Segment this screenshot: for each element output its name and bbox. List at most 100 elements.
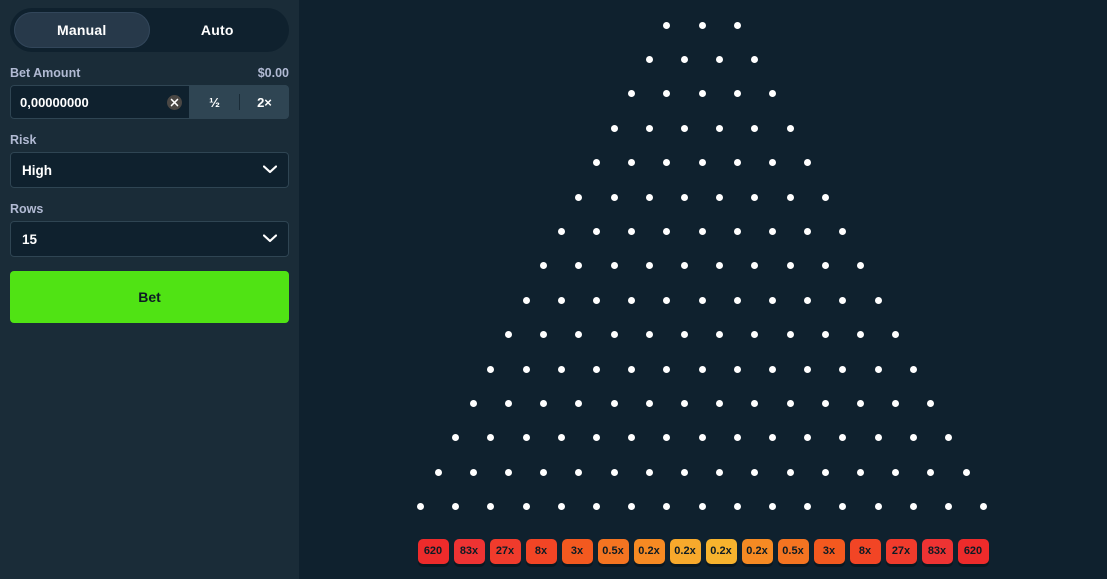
clear-circle-x-icon[interactable] <box>167 94 182 110</box>
bet-double-button[interactable]: 2× <box>240 85 289 119</box>
multiplier-label: 8x <box>858 545 872 557</box>
peg-grid <box>299 0 1107 579</box>
peg <box>786 399 794 407</box>
multiplier-chip[interactable]: 0.2x <box>741 539 773 564</box>
peg <box>628 434 636 442</box>
multiplier-label: 8x <box>534 545 548 557</box>
peg <box>592 296 600 304</box>
peg <box>716 193 724 201</box>
peg <box>804 434 812 442</box>
peg <box>487 365 495 373</box>
peg <box>698 365 706 373</box>
peg <box>698 503 706 511</box>
multiplier-chip[interactable]: 620 <box>957 539 989 564</box>
peg <box>592 503 600 511</box>
peg <box>592 434 600 442</box>
peg <box>504 468 512 476</box>
peg <box>557 296 565 304</box>
multiplier-chip[interactable]: 8x <box>849 539 881 564</box>
peg <box>610 399 618 407</box>
multiplier-chip[interactable]: 0.5x <box>597 539 629 564</box>
peg <box>610 468 618 476</box>
peg <box>610 193 618 201</box>
peg <box>768 296 776 304</box>
multiplier-chip[interactable]: 620 <box>417 539 449 564</box>
peg <box>663 159 671 167</box>
multiplier-chip[interactable]: 0.2x <box>705 539 737 564</box>
risk-select[interactable]: High <box>10 152 289 188</box>
peg <box>804 503 812 511</box>
peg <box>804 365 812 373</box>
multiplier-label: 83x <box>927 545 947 557</box>
peg <box>839 227 847 235</box>
peg <box>927 399 935 407</box>
peg <box>733 365 741 373</box>
peg <box>733 296 741 304</box>
peg <box>680 468 688 476</box>
peg <box>522 365 530 373</box>
multiplier-chip[interactable]: 3x <box>813 539 845 564</box>
rows-select[interactable]: 15 <box>10 221 289 257</box>
peg <box>786 124 794 132</box>
peg <box>575 399 583 407</box>
tab-auto[interactable]: Auto <box>150 12 286 48</box>
peg <box>768 227 776 235</box>
peg <box>786 193 794 201</box>
tab-auto-label: Auto <box>200 22 234 38</box>
tab-manual[interactable]: Manual <box>14 12 150 48</box>
peg <box>874 365 882 373</box>
peg <box>522 434 530 442</box>
multiplier-label: 0.2x <box>638 545 660 557</box>
multiplier-chip[interactable]: 27x <box>885 539 917 564</box>
peg <box>663 90 671 98</box>
peg <box>645 468 653 476</box>
peg <box>716 124 724 132</box>
multiplier-chip[interactable]: 0.5x <box>777 539 809 564</box>
peg <box>504 331 512 339</box>
peg <box>680 55 688 63</box>
peg <box>575 262 583 270</box>
multiplier-chip[interactable]: 27x <box>489 539 521 564</box>
peg <box>610 124 618 132</box>
peg <box>944 434 952 442</box>
peg <box>733 434 741 442</box>
peg <box>680 193 688 201</box>
bet-amount-input[interactable] <box>20 94 167 110</box>
peg <box>733 159 741 167</box>
peg <box>856 331 864 339</box>
plinko-app: Manual Auto Bet Amount $0.00 ½ <box>0 0 1107 579</box>
risk-label-row: Risk <box>10 133 289 147</box>
multiplier-chip[interactable]: 83x <box>453 539 485 564</box>
peg <box>522 503 530 511</box>
bet-half-button[interactable]: ½ <box>190 85 239 119</box>
peg <box>751 399 759 407</box>
multiplier-label: 3x <box>822 545 836 557</box>
peg <box>733 227 741 235</box>
peg <box>645 124 653 132</box>
peg <box>909 434 917 442</box>
multiplier-label: 620 <box>963 545 983 557</box>
multiplier-chip[interactable]: 8x <box>525 539 557 564</box>
multiplier-chip[interactable]: 0.2x <box>669 539 701 564</box>
bet-amount-input-wrap[interactable] <box>10 85 190 119</box>
peg <box>804 227 812 235</box>
bet-multiplier-buttons: ½ 2× <box>190 85 289 119</box>
multiplier-chip[interactable]: 3x <box>561 539 593 564</box>
peg <box>716 468 724 476</box>
peg <box>698 296 706 304</box>
mode-toggle-group: Manual Auto <box>10 8 289 52</box>
peg <box>575 468 583 476</box>
multiplier-chip[interactable]: 0.2x <box>633 539 665 564</box>
peg <box>540 468 548 476</box>
peg <box>434 468 442 476</box>
peg <box>698 21 706 29</box>
bet-controls-sidebar: Manual Auto Bet Amount $0.00 ½ <box>0 0 299 579</box>
peg <box>645 55 653 63</box>
bet-amount-label-row: Bet Amount $0.00 <box>10 66 289 80</box>
peg <box>469 468 477 476</box>
multiplier-label: 0.5x <box>782 545 804 557</box>
peg <box>821 399 829 407</box>
bet-button[interactable]: Bet <box>10 271 289 323</box>
multiplier-chip[interactable]: 83x <box>921 539 953 564</box>
peg <box>839 503 847 511</box>
